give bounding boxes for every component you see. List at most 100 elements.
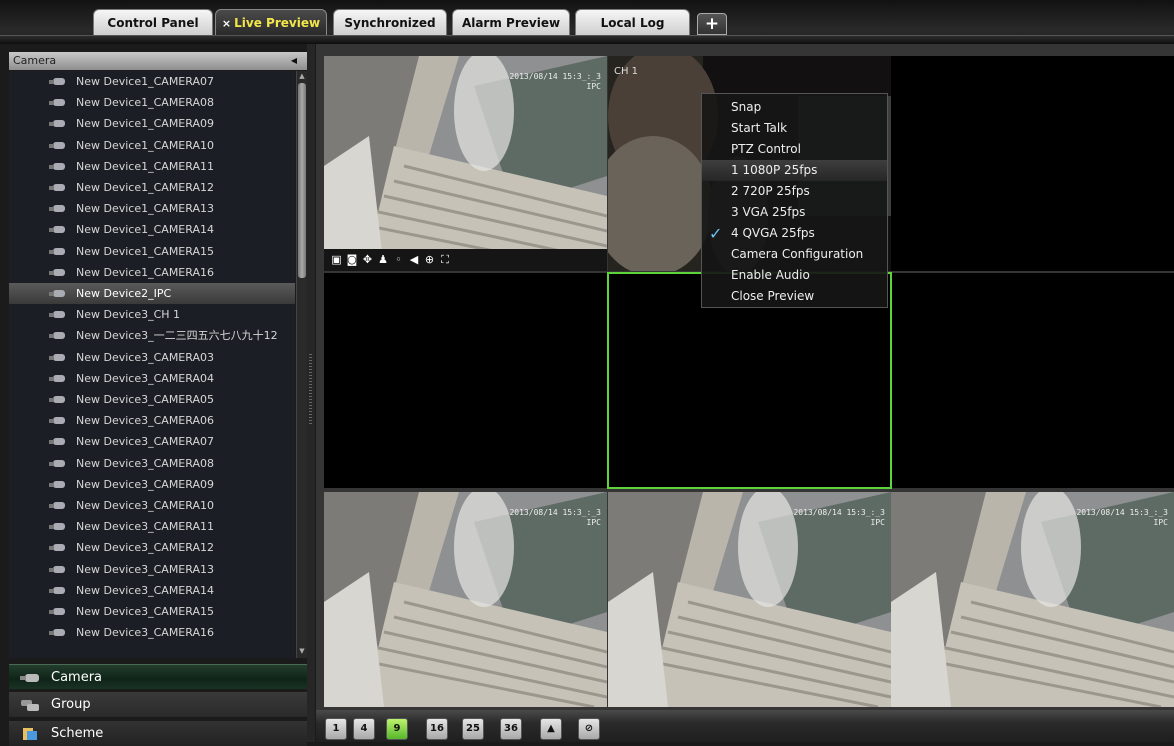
tab-live-preview[interactable]: × Live Preview bbox=[215, 9, 327, 35]
camera-list-item[interactable]: New Device3_CAMERA16 bbox=[9, 622, 295, 643]
record-icon[interactable]: ▣ bbox=[330, 253, 343, 266]
video-cell[interactable]: 2013/08/14 15:3_:_3 IPC bbox=[324, 56, 607, 249]
video-cell[interactable] bbox=[891, 56, 1174, 271]
add-tab-button[interactable]: + bbox=[697, 13, 727, 35]
camera-list-item-label: New Device1_CAMERA09 bbox=[76, 117, 214, 131]
context-menu-item[interactable]: Close Preview bbox=[702, 286, 887, 307]
camera-list-item-label: New Device3_CAMERA07 bbox=[76, 435, 214, 449]
context-menu-item-label: Enable Audio bbox=[731, 268, 810, 282]
zoom-icon[interactable]: ⊕ bbox=[423, 253, 436, 266]
video-cell[interactable] bbox=[891, 273, 1174, 488]
context-menu-item[interactable]: Start Talk bbox=[702, 118, 887, 139]
camera-list-item[interactable]: New Device1_CAMERA09 bbox=[9, 113, 295, 134]
camera-list-item[interactable]: New Device1_CAMERA10 bbox=[9, 135, 295, 156]
nav-camera-button[interactable]: Camera bbox=[9, 664, 307, 689]
camera-list-item[interactable]: New Device3_CAMERA07 bbox=[9, 431, 295, 452]
context-menu-item[interactable]: 1 1080P 25fps bbox=[702, 160, 887, 181]
camera-icon bbox=[49, 247, 65, 255]
layout-9-button[interactable]: 9 bbox=[386, 718, 408, 740]
context-menu-item[interactable]: Snap bbox=[702, 97, 887, 118]
camera-list-item-label: New Device1_CAMERA13 bbox=[76, 202, 214, 216]
camera-list-item-label: New Device3_CAMERA12 bbox=[76, 541, 214, 555]
context-menu-item[interactable]: Enable Audio bbox=[702, 265, 887, 286]
camera-list-item-label: New Device3_CAMERA05 bbox=[76, 393, 214, 406]
camera-list-item[interactable]: New Device1_CAMERA13 bbox=[9, 198, 295, 219]
tab-synchronized[interactable]: Synchronized bbox=[333, 9, 447, 35]
scroll-up-icon[interactable]: ▲ bbox=[298, 72, 306, 82]
layout-36-button[interactable]: 36 bbox=[500, 718, 522, 740]
timestamp-text: 2013/08/14 15:3_:_3 bbox=[509, 508, 601, 517]
video-cell[interactable] bbox=[324, 273, 607, 488]
context-menu-item[interactable]: 3 VGA 25fps bbox=[702, 202, 887, 223]
layout-4-button[interactable]: 4 bbox=[353, 718, 375, 740]
ipc-label: IPC bbox=[586, 518, 601, 527]
camera-list-item[interactable]: New Device1_CAMERA12 bbox=[9, 177, 295, 198]
video-cell[interactable]: 2013/08/14 15:3_:_3 IPC bbox=[608, 492, 891, 707]
collapse-arrow-icon[interactable]: ◀ bbox=[291, 52, 297, 70]
audio-icon[interactable]: ◦ bbox=[392, 253, 405, 266]
layout-16-button[interactable]: 16 bbox=[426, 718, 448, 740]
talk-icon[interactable]: ♟ bbox=[377, 253, 390, 266]
context-menu-item[interactable]: Camera Configuration bbox=[702, 244, 887, 265]
camera-list-item[interactable]: New Device3_CAMERA11 bbox=[9, 516, 295, 537]
nav-group-button[interactable]: Group bbox=[9, 692, 307, 717]
camera-list-item-label: New Device3_CAMERA10 bbox=[76, 499, 214, 512]
camera-list-item[interactable]: New Device3_CAMERA10 bbox=[9, 495, 295, 516]
splitter-grip[interactable] bbox=[309, 354, 312, 424]
video-cell[interactable]: 2013/08/14 15:3_:_3 IPC bbox=[324, 492, 607, 707]
camera-list-item[interactable]: New Device3_CAMERA08 bbox=[9, 453, 295, 474]
camera-list-item[interactable]: New Device3_一二三四五六七八九十12 bbox=[9, 325, 295, 346]
close-all-icon[interactable]: ⊘ bbox=[578, 718, 600, 740]
camera-list-item[interactable]: New Device2_IPC bbox=[9, 283, 295, 304]
scroll-down-icon[interactable]: ▼ bbox=[298, 647, 306, 657]
camera-list-item[interactable]: New Device3_CAMERA15 bbox=[9, 601, 295, 622]
camera-list-item[interactable]: New Device1_CAMERA16 bbox=[9, 262, 295, 283]
camera-list-item[interactable]: New Device3_CAMERA03 bbox=[9, 347, 295, 368]
panel-splitter[interactable] bbox=[307, 44, 315, 742]
context-menu-item-label: 4 QVGA 25fps bbox=[731, 226, 815, 240]
camera-list-item[interactable]: New Device1_CAMERA15 bbox=[9, 241, 295, 262]
camera-list-item-label: New Device3_CAMERA03 bbox=[76, 350, 214, 364]
video-cell[interactable]: 2013/08/14 15:3_:_3 IPC bbox=[891, 492, 1174, 707]
camera-list: New Device1_CAMERA07 New Device1_CAMERA08… bbox=[9, 71, 295, 658]
scroll-thumb[interactable] bbox=[298, 83, 306, 278]
camera-list-item[interactable]: New Device3_CAMERA06 bbox=[9, 410, 295, 431]
nav-scheme-button[interactable]: Scheme bbox=[9, 721, 307, 746]
camera-icon bbox=[49, 374, 65, 382]
ptz-icon[interactable]: ✥ bbox=[361, 253, 374, 266]
camera-list-item-label: New Device1_CAMERA15 bbox=[76, 244, 214, 258]
context-menu-item[interactable]: 2 720P 25fps bbox=[702, 181, 887, 202]
camera-list-item[interactable]: New Device1_CAMERA07 bbox=[9, 71, 295, 92]
context-menu-item[interactable]: PTZ Control bbox=[702, 139, 887, 160]
context-menu-item[interactable]: ✓ 4 QVGA 25fps bbox=[702, 223, 887, 244]
layout-more-icon[interactable]: ▲ bbox=[540, 718, 562, 740]
camera-list-item[interactable]: New Device3_CAMERA13 bbox=[9, 559, 295, 580]
camera-list-scrollbar[interactable]: ▲ ▼ bbox=[296, 71, 307, 658]
camera-list-item[interactable]: New Device1_CAMERA11 bbox=[9, 156, 295, 177]
camera-list-item[interactable]: New Device3_CAMERA05 bbox=[9, 389, 295, 410]
camera-list-item[interactable]: New Device3_CAMERA14 bbox=[9, 580, 295, 601]
close-tab-icon[interactable]: × bbox=[222, 17, 231, 30]
camera-panel-header: Camera ◀ bbox=[9, 52, 307, 70]
channel-label: CH 1 bbox=[614, 66, 639, 77]
camera-list-item[interactable]: New Device3_CH 1 bbox=[9, 304, 295, 325]
layout-25-button[interactable]: 25 bbox=[462, 718, 484, 740]
tab-local-log[interactable]: Local Log bbox=[575, 9, 690, 35]
camera-list-item[interactable]: New Device3_CAMERA12 bbox=[9, 537, 295, 558]
camera-icon bbox=[49, 290, 65, 297]
camera-list-item[interactable]: New Device3_CAMERA04 bbox=[9, 368, 295, 389]
ipc-label: IPC bbox=[1153, 518, 1168, 527]
camera-list-item-label: New Device1_CAMERA16 bbox=[76, 265, 214, 279]
snapshot-icon[interactable]: ◙ bbox=[346, 253, 359, 266]
camera-list-item[interactable]: New Device3_CAMERA09 bbox=[9, 474, 295, 495]
nav-group-label: Group bbox=[51, 697, 91, 712]
fullscreen-icon[interactable]: ⛶ bbox=[439, 253, 452, 266]
tab-control-panel[interactable]: Control Panel bbox=[93, 9, 213, 35]
tab-alarm-preview[interactable]: Alarm Preview bbox=[452, 9, 570, 35]
mute-icon[interactable]: ◀ bbox=[408, 253, 421, 266]
camera-list-item[interactable]: New Device1_CAMERA08 bbox=[9, 92, 295, 113]
camera-icon bbox=[49, 586, 65, 594]
camera-icon bbox=[49, 438, 65, 446]
camera-list-item[interactable]: New Device1_CAMERA14 bbox=[9, 219, 295, 240]
layout-1-button[interactable]: 1 bbox=[325, 718, 347, 740]
